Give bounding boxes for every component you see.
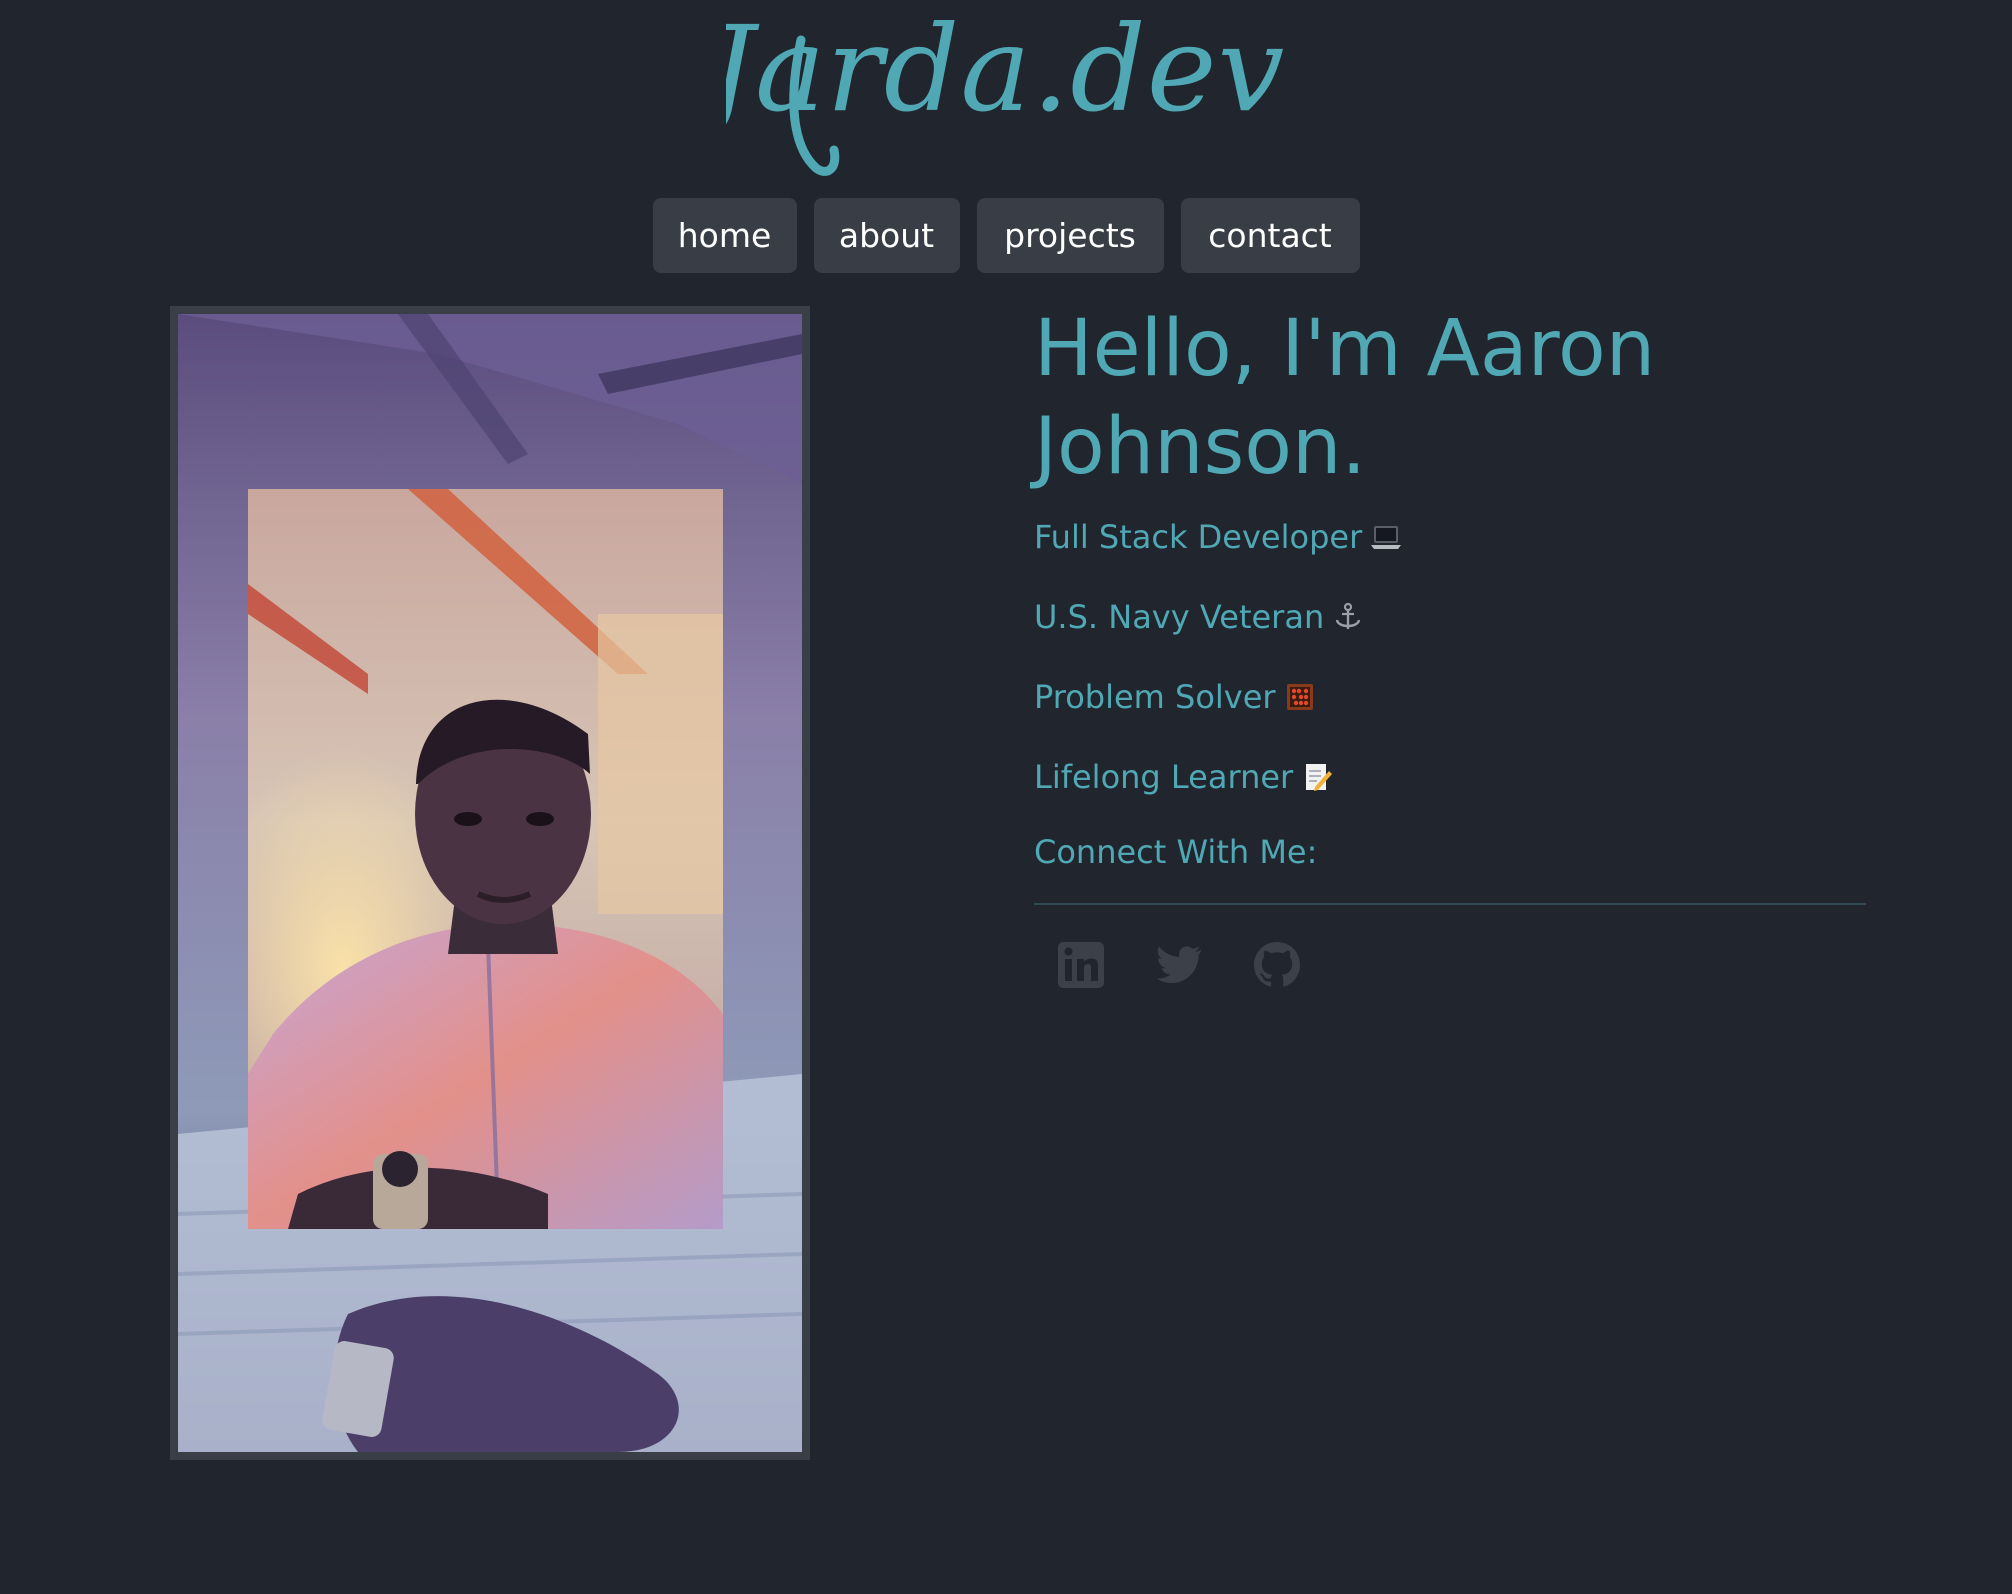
nav-home-button[interactable]: home	[652, 198, 797, 273]
divider	[1034, 903, 1866, 905]
tagline-problem-solver: Problem Solver	[1034, 677, 1316, 717]
github-icon[interactable]	[1252, 940, 1302, 990]
logo-text: Jarda.dev	[726, 0, 1285, 138]
nav-contact-button[interactable]: contact	[1180, 198, 1360, 273]
tagline-text: Lifelong Learner	[1034, 758, 1294, 796]
tagline-text: Full Stack Developer	[1034, 518, 1363, 556]
tagline-text: Problem Solver	[1034, 678, 1276, 716]
social-links	[1056, 940, 1302, 990]
hero-heading-line2: Johnson.	[1034, 402, 1367, 492]
hero-heading: Hello, I'm Aaron Johnson.	[1034, 300, 1866, 496]
twitter-icon[interactable]	[1154, 940, 1204, 990]
site-logo[interactable]: Jarda.dev	[0, 0, 2012, 185]
anchor-icon	[1336, 602, 1361, 629]
nav-about-button[interactable]: about	[813, 198, 960, 273]
memo-icon	[1306, 764, 1333, 791]
tagline-navy-veteran: U.S. Navy Veteran	[1034, 597, 1364, 637]
intro-section: Hello, I'm Aaron Johnson. Full Stack Dev…	[1034, 300, 1866, 988]
hero-heading-line1: Hello, I'm Aaron	[1034, 304, 1656, 394]
nav-projects-button[interactable]: projects	[976, 198, 1164, 273]
logo-script: Jarda.dev	[726, 0, 1285, 176]
tagline-text: U.S. Navy Veteran	[1034, 598, 1325, 636]
tagline-lifelong-learner: Lifelong Learner	[1034, 757, 1333, 797]
linkedin-icon[interactable]	[1056, 940, 1106, 990]
tagline-full-stack: Full Stack Developer	[1034, 517, 1402, 557]
connect-label: Connect With Me:	[1034, 833, 1318, 871]
profile-photo-frame	[170, 306, 810, 1460]
laptop-icon	[1371, 526, 1402, 549]
profile-photo	[178, 314, 802, 1452]
page: Jarda.dev home about projects contact He…	[0, 0, 2012, 1594]
abacus-icon	[1286, 684, 1313, 710]
main-nav: home about projects contact	[0, 198, 2012, 273]
